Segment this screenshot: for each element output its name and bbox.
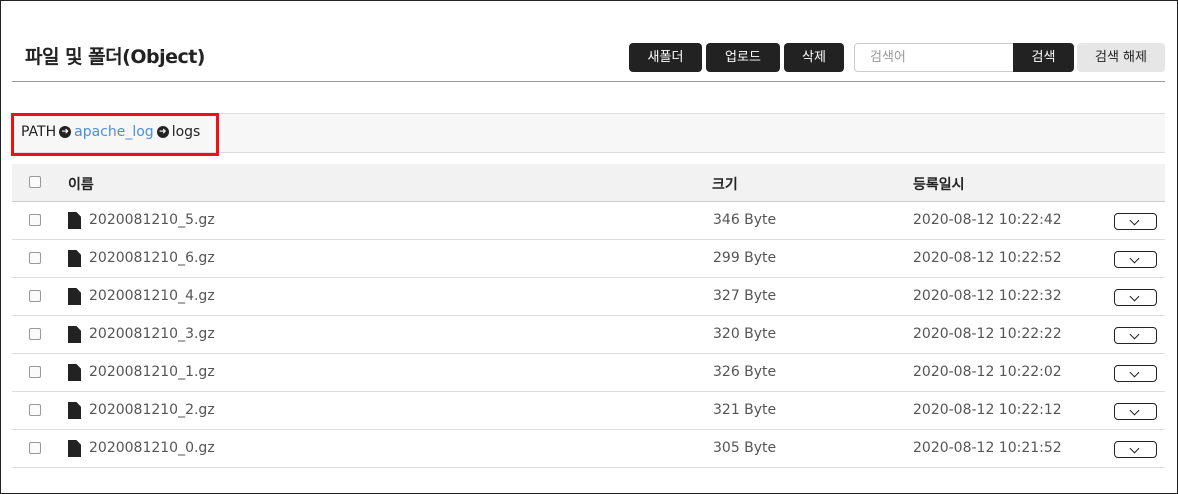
file-name[interactable]: 2020081210_6.gz	[89, 250, 215, 266]
row-checkbox[interactable]	[29, 404, 41, 416]
file-size: 327 Byte	[713, 288, 777, 304]
chevron-down-icon	[1129, 329, 1140, 340]
file-icon	[68, 250, 81, 267]
file-date: 2020-08-12 10:22:12	[913, 402, 1062, 418]
table-row: 2020081210_0.gz 305 Byte 2020-08-12 10:2…	[12, 430, 1165, 468]
file-date: 2020-08-12 10:22:32	[913, 288, 1062, 304]
row-menu-button[interactable]	[1114, 441, 1157, 458]
delete-button[interactable]: 삭제	[784, 43, 844, 72]
row-menu-button[interactable]	[1114, 289, 1157, 306]
table-row: 2020081210_4.gz 327 Byte 2020-08-12 10:2…	[12, 278, 1165, 316]
page-title: 파일 및 폴더(Object)	[25, 46, 206, 68]
chevron-down-icon	[1129, 291, 1140, 302]
row-checkbox[interactable]	[29, 290, 41, 302]
column-header-size[interactable]: 크기	[712, 174, 738, 194]
chevron-down-icon	[1129, 253, 1140, 264]
row-menu-button[interactable]	[1114, 365, 1157, 382]
search-button[interactable]: 검색	[1013, 43, 1074, 72]
file-list: 2020081210_5.gz 346 Byte 2020-08-12 10:2…	[12, 202, 1165, 468]
file-size: 299 Byte	[713, 250, 777, 266]
column-header-date[interactable]: 등록일시	[913, 174, 965, 194]
row-checkbox[interactable]	[29, 214, 41, 226]
row-checkbox[interactable]	[29, 366, 41, 378]
path-highlight-box	[11, 113, 219, 156]
row-menu-button[interactable]	[1114, 213, 1157, 230]
upload-button[interactable]: 업로드	[706, 43, 780, 72]
chevron-down-icon	[1129, 405, 1140, 416]
file-icon	[68, 326, 81, 343]
file-name[interactable]: 2020081210_0.gz	[89, 440, 215, 456]
file-name[interactable]: 2020081210_4.gz	[89, 288, 215, 304]
file-size: 346 Byte	[713, 212, 777, 228]
file-date: 2020-08-12 10:21:52	[913, 440, 1062, 456]
file-date: 2020-08-12 10:22:42	[913, 212, 1062, 228]
row-checkbox[interactable]	[29, 252, 41, 264]
file-icon	[68, 288, 81, 305]
row-checkbox[interactable]	[29, 328, 41, 340]
file-size: 305 Byte	[713, 440, 777, 456]
table-row: 2020081210_1.gz 326 Byte 2020-08-12 10:2…	[12, 354, 1165, 392]
column-header-name[interactable]: 이름	[68, 174, 94, 194]
table-row: 2020081210_3.gz 320 Byte 2020-08-12 10:2…	[12, 316, 1165, 354]
row-checkbox[interactable]	[29, 442, 41, 454]
file-size: 320 Byte	[713, 326, 777, 342]
file-name[interactable]: 2020081210_1.gz	[89, 364, 215, 380]
table-header: 이름 크기 등록일시	[12, 164, 1165, 202]
file-date: 2020-08-12 10:22:22	[913, 326, 1062, 342]
new-folder-button[interactable]: 새폴더	[629, 43, 702, 72]
file-size: 321 Byte	[713, 402, 777, 418]
row-menu-button[interactable]	[1114, 403, 1157, 420]
search-input[interactable]	[854, 43, 1014, 72]
chevron-down-icon	[1129, 367, 1140, 378]
row-menu-button[interactable]	[1114, 327, 1157, 344]
file-icon	[68, 440, 81, 457]
table-row: 2020081210_6.gz 299 Byte 2020-08-12 10:2…	[12, 240, 1165, 278]
row-menu-button[interactable]	[1114, 251, 1157, 268]
table-row: 2020081210_5.gz 346 Byte 2020-08-12 10:2…	[12, 202, 1165, 240]
file-name[interactable]: 2020081210_3.gz	[89, 326, 215, 342]
file-icon	[68, 212, 81, 229]
file-icon	[68, 402, 81, 419]
page-header: 파일 및 폴더(Object) 새폴더 업로드 삭제 검색 검색 해제	[12, 32, 1165, 82]
file-date: 2020-08-12 10:22:52	[913, 250, 1062, 266]
file-size: 326 Byte	[713, 364, 777, 380]
file-icon	[68, 364, 81, 381]
file-name[interactable]: 2020081210_2.gz	[89, 402, 215, 418]
file-date: 2020-08-12 10:22:02	[913, 364, 1062, 380]
chevron-down-icon	[1129, 215, 1140, 226]
chevron-down-icon	[1129, 443, 1140, 454]
table-row: 2020081210_2.gz 321 Byte 2020-08-12 10:2…	[12, 392, 1165, 430]
file-name[interactable]: 2020081210_5.gz	[89, 212, 215, 228]
search-reset-button[interactable]: 검색 해제	[1077, 43, 1165, 72]
select-all-checkbox[interactable]	[29, 176, 41, 188]
